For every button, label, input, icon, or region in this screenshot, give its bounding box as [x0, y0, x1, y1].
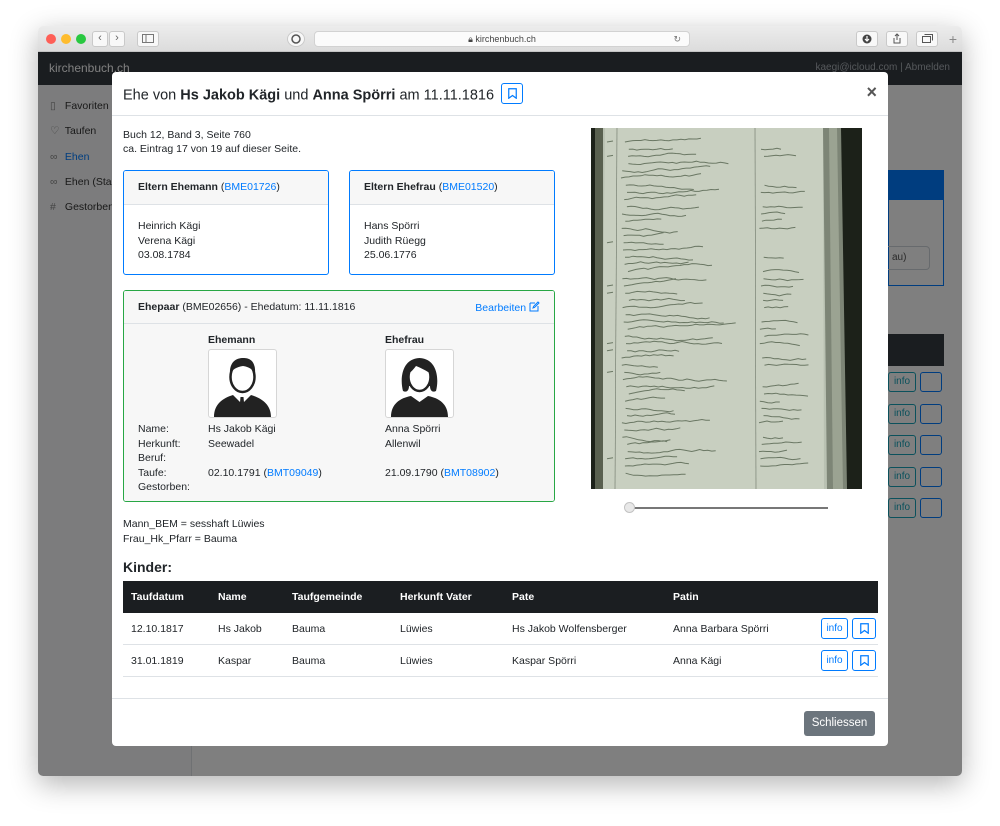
- husband-details: Hs Jakob Kägi Seewadel 02.10.1791 (BMT09…: [208, 423, 322, 479]
- close-button[interactable]: Schliessen: [804, 711, 875, 736]
- column-header[interactable]: Pate: [512, 591, 534, 603]
- bookmark-icon: [860, 655, 869, 666]
- table-row: 12.10.1817 Hs Jakob Bauma Lüwies Hs Jako…: [123, 613, 878, 645]
- url-text: kirchenbuch.ch: [475, 34, 536, 44]
- close-icon[interactable]: ×: [866, 83, 877, 101]
- column-header[interactable]: Herkunft Vater: [400, 591, 472, 603]
- parents-bride-card: Eltern Ehefrau (BME01520) Hans Spörri Ju…: [349, 170, 555, 275]
- card-body: Hans Spörri Judith Rüegg 25.06.1776: [364, 220, 426, 261]
- minimize-window-button[interactable]: [61, 34, 71, 44]
- wife-avatar: [385, 349, 454, 418]
- edit-icon: [529, 301, 540, 312]
- column-header[interactable]: Name: [218, 591, 247, 603]
- browser-toolbar: ‹ › 🔒︎ kirchenbuch.ch ↻ +: [38, 26, 962, 52]
- modal-footer: Schliessen: [112, 698, 888, 746]
- female-user-icon: [391, 358, 448, 417]
- image-zoom-slider-handle[interactable]: [624, 502, 635, 513]
- bookmark-icon: [860, 623, 869, 634]
- groom-name: Hs Jakob Kägi: [180, 87, 281, 104]
- parents-bride-link[interactable]: BME01520: [442, 181, 494, 193]
- sidebar-toggle-icon[interactable]: [137, 31, 159, 47]
- bookmark-icon: [508, 88, 517, 99]
- table-header: Taufdatum Name Taufgemeinde Herkunft Vat…: [123, 581, 878, 613]
- new-tab-icon[interactable]: +: [944, 30, 962, 48]
- marriage-date: 11.11.1816: [423, 87, 495, 104]
- person-field-labels: Name: Herkunft: Beruf: Taufe: Gestorben:: [138, 423, 190, 493]
- husband-avatar: [208, 349, 277, 418]
- info-button[interactable]: info: [821, 618, 848, 639]
- wife-label: Ehefrau: [385, 334, 425, 346]
- card-header: Eltern Ehemann (BME01726): [124, 171, 328, 205]
- privacy-icon[interactable]: [287, 31, 305, 47]
- column-header[interactable]: Taufgemeinde: [292, 591, 362, 603]
- forward-icon[interactable]: ›: [109, 31, 125, 47]
- scan-page-image: [591, 128, 862, 489]
- modal-header: Ehe von Hs Jakob Kägi und Anna Spörri am…: [112, 72, 888, 116]
- bookmark-button[interactable]: [501, 83, 524, 104]
- address-bar[interactable]: 🔒︎ kirchenbuch.ch ↻: [314, 31, 690, 47]
- husband-baptism-link[interactable]: BMT09049: [267, 467, 318, 479]
- card-body: Heinrich Kägi Verena Kägi 03.08.1784: [138, 220, 201, 261]
- table-row: 31.01.1819 Kaspar Bauma Lüwies Kaspar Sp…: [123, 645, 878, 677]
- couple-card: Ehepaar (BME02656) - Ehedatum: 11.11.181…: [123, 290, 555, 502]
- bride-name: Anna Spörri: [312, 87, 396, 104]
- back-icon[interactable]: ‹: [92, 31, 108, 47]
- share-icon[interactable]: [886, 31, 908, 47]
- notes: Mann_BEM = sesshaft Lüwies Frau_Hk_Pfarr…: [123, 518, 265, 545]
- reload-icon[interactable]: ↻: [673, 32, 681, 46]
- column-header[interactable]: Taufdatum: [131, 591, 184, 603]
- source-reference: Buch 12, Band 3, Seite 760 ca. Eintrag 1…: [123, 129, 302, 155]
- edit-button[interactable]: Bearbeiten: [475, 301, 540, 314]
- children-title: Kinder:: [123, 559, 172, 575]
- modal-title: Ehe von Hs Jakob Kägi und Anna Spörri am…: [123, 83, 524, 106]
- tabs-overview-icon[interactable]: [916, 31, 938, 47]
- card-header: Eltern Ehefrau (BME01520): [350, 171, 554, 205]
- bookmark-button[interactable]: [852, 650, 876, 671]
- bookmark-button[interactable]: [852, 618, 876, 639]
- column-header[interactable]: Patin: [673, 591, 699, 603]
- close-window-button[interactable]: [46, 34, 56, 44]
- husband-label: Ehemann: [208, 334, 256, 346]
- marriage-modal: Ehe von Hs Jakob Kägi und Anna Spörri am…: [112, 72, 888, 746]
- wife-details: Anna Spörri Allenwil 21.09.1790 (BMT0890…: [385, 423, 499, 479]
- info-button[interactable]: info: [821, 650, 848, 671]
- image-zoom-slider-track[interactable]: [625, 507, 828, 509]
- wife-baptism-link[interactable]: BMT08902: [444, 467, 495, 479]
- download-icon[interactable]: [856, 31, 878, 47]
- parents-groom-link[interactable]: BME01726: [224, 181, 276, 193]
- church-book-scan-image[interactable]: [591, 128, 862, 489]
- male-user-icon: [214, 358, 271, 417]
- zoom-window-button[interactable]: [76, 34, 86, 44]
- parents-groom-card: Eltern Ehemann (BME01726) Heinrich Kägi …: [123, 170, 329, 275]
